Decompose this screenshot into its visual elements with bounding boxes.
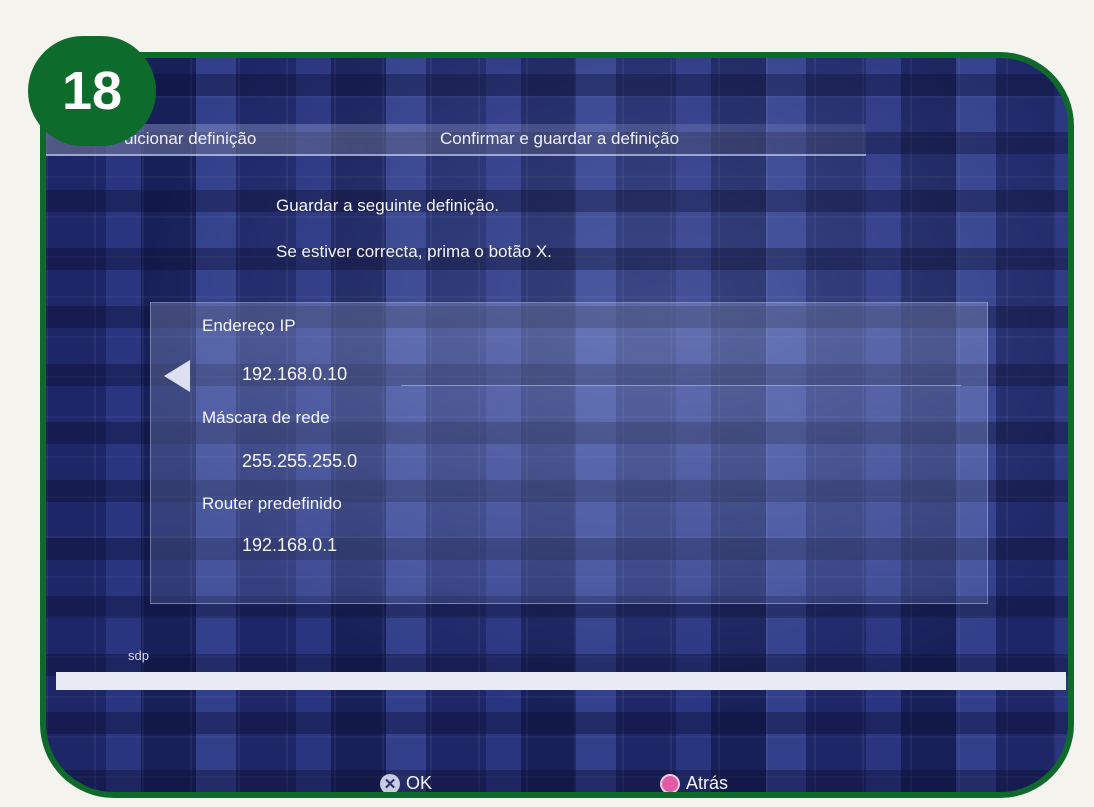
header-bar: dicionar definição Confirmar e guardar a… <box>46 124 866 156</box>
ps2-network-screen: dicionar definição Confirmar e guardar a… <box>46 58 1068 792</box>
ok-button[interactable]: ✕ OK <box>380 773 432 792</box>
cross-button-icon: ✕ <box>380 773 400 792</box>
header-left-label: dicionar definição <box>124 129 257 148</box>
back-label: Atrás <box>686 773 729 792</box>
message-line-2: Se estiver correcta, prima o botão X. <box>276 242 552 261</box>
ok-label: OK <box>406 773 433 792</box>
default-router-value: 192.168.0.1 <box>242 535 338 555</box>
bottom-divider <box>56 672 1066 690</box>
circle-button-icon <box>660 773 680 792</box>
header-title: Confirmar e guardar a definição <box>440 129 680 148</box>
ip-address-label: Endereço IP <box>202 316 296 335</box>
ip-address-value: 192.168.0.10 <box>242 364 348 384</box>
screenshot-frame: dicionar definição Confirmar e guardar a… <box>40 52 1074 798</box>
panel-divider <box>401 385 961 386</box>
subnet-mask-label: Máscara de rede <box>202 408 330 427</box>
back-button[interactable]: Atrás <box>660 773 728 792</box>
default-router-label: Router predefinido <box>202 494 342 513</box>
subnet-mask-value: 255.255.255.0 <box>242 451 358 471</box>
footer-small-text: sdp <box>128 648 149 663</box>
message-line-1: Guardar a seguinte definição. <box>276 196 500 215</box>
step-number-badge: 18 <box>28 36 156 146</box>
